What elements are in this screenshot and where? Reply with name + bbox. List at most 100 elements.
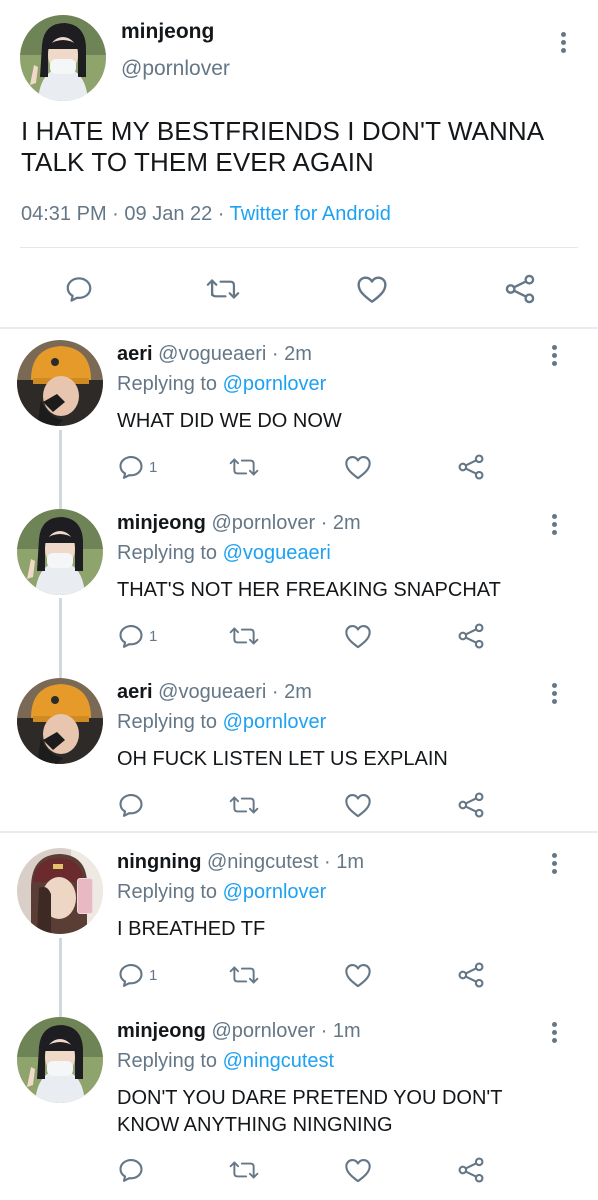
replying-to-link[interactable]: @vogueaeri <box>223 542 331 564</box>
replying-to-link[interactable]: @pornlover <box>223 373 327 395</box>
author-handle[interactable]: @pornlover <box>211 1020 315 1042</box>
author-name[interactable]: minjeong <box>117 1020 206 1042</box>
retweet-button[interactable] <box>229 1156 259 1184</box>
retweet-icon <box>206 279 240 299</box>
avatar[interactable] <box>17 1017 103 1103</box>
author-name[interactable]: ningning <box>117 851 201 873</box>
dot-separator: · <box>318 851 337 873</box>
author-handle[interactable]: @vogueaeri <box>158 343 266 365</box>
divider <box>20 247 578 248</box>
reply-tweet[interactable]: minjeong @pornlover · 2m Replying to @vo… <box>0 509 598 672</box>
author-handle[interactable]: @ningcutest <box>207 851 318 873</box>
retweet-icon <box>229 627 259 645</box>
replying-to: Replying to @ningcutest <box>117 1050 334 1073</box>
more-options-icon[interactable] <box>549 345 559 369</box>
heart-icon <box>345 964 371 988</box>
retweet-button[interactable] <box>206 274 240 304</box>
share-icon <box>458 1157 484 1183</box>
reply-button[interactable]: 1 <box>117 622 157 650</box>
replying-to-link[interactable]: @pornlover <box>223 711 327 733</box>
avatar[interactable] <box>17 848 103 934</box>
reply-actions <box>117 1154 587 1188</box>
replying-to-link[interactable]: @ningcutest <box>223 1050 334 1072</box>
reply-tweet[interactable]: aeri @vogueaeri · 2m Replying to @pornlo… <box>0 340 598 503</box>
reply-button[interactable] <box>64 274 94 304</box>
share-icon <box>458 962 484 988</box>
like-button[interactable] <box>344 961 372 989</box>
avatar[interactable] <box>17 509 103 595</box>
replying-to: Replying to @pornlover <box>117 881 326 904</box>
like-button[interactable] <box>344 622 372 650</box>
share-button[interactable] <box>504 273 536 305</box>
tweet-age: 2m <box>332 512 361 534</box>
tweet-age: 1m <box>336 851 365 873</box>
like-button[interactable] <box>344 791 372 819</box>
dot-separator: · <box>266 681 285 703</box>
reply-actions <box>117 789 587 823</box>
like-button[interactable] <box>344 453 372 481</box>
avatar[interactable] <box>17 340 103 426</box>
heart-icon <box>345 456 371 480</box>
reply-button[interactable] <box>117 1156 145 1184</box>
retweet-button[interactable] <box>229 961 259 989</box>
share-button[interactable] <box>457 1156 485 1184</box>
retweet-button[interactable] <box>229 791 259 819</box>
reply-icon <box>119 456 143 479</box>
share-button[interactable] <box>457 791 485 819</box>
author-name[interactable]: minjeong <box>117 512 206 534</box>
share-icon <box>505 274 535 304</box>
share-button[interactable] <box>457 961 485 989</box>
retweet-icon <box>229 796 259 814</box>
author-handle[interactable]: @vogueaeri <box>158 681 266 703</box>
dot-separator: · <box>266 343 285 365</box>
more-options-icon[interactable] <box>558 32 568 56</box>
more-options-icon[interactable] <box>549 514 559 538</box>
tweet-text: I HATE MY BESTFRIENDS I DON'T WANNA TALK… <box>21 116 543 177</box>
retweet-icon <box>229 458 259 476</box>
avatar-minjeong-image <box>20 15 106 101</box>
reply-tweet[interactable]: aeri @vogueaeri · 2m Replying to @pornlo… <box>0 678 598 831</box>
tweet-source-link[interactable]: Twitter for Android <box>230 203 391 225</box>
like-button[interactable] <box>344 1156 372 1184</box>
retweet-button[interactable] <box>229 453 259 481</box>
replying-to-link[interactable]: @pornlover <box>223 881 327 903</box>
heart-icon <box>345 625 371 649</box>
reply-tweet[interactable]: minjeong @pornlover · 1m Replying to @ni… <box>0 1017 598 1200</box>
reply-text: THAT'S NOT HER FREAKING SNAPCHAT <box>117 579 501 601</box>
reply-button[interactable]: 1 <box>117 961 157 989</box>
reply-actions: 1 <box>117 620 587 654</box>
author-name[interactable]: aeri <box>117 343 153 365</box>
reply-header: ningning @ningcutest · 1m <box>117 851 364 874</box>
reply-icon <box>119 964 143 987</box>
avatar[interactable] <box>20 15 106 101</box>
divider <box>0 831 598 833</box>
retweet-button[interactable] <box>229 622 259 650</box>
reply-button[interactable] <box>117 791 145 819</box>
reply-count: 1 <box>149 458 158 476</box>
reply-count: 1 <box>149 966 158 984</box>
replying-label: Replying to <box>117 711 223 733</box>
reply-icon <box>119 794 143 817</box>
reply-button[interactable]: 1 <box>117 453 157 481</box>
share-button[interactable] <box>457 453 485 481</box>
meta-separator: · <box>212 203 230 225</box>
share-icon <box>458 454 484 480</box>
share-button[interactable] <box>457 622 485 650</box>
reply-actions: 1 <box>117 451 587 485</box>
author-handle[interactable]: @pornlover <box>211 512 315 534</box>
more-options-icon[interactable] <box>549 853 559 877</box>
reply-header: minjeong @pornlover · 1m <box>117 1020 361 1043</box>
retweet-icon <box>229 966 259 984</box>
replying-to: Replying to @pornlover <box>117 373 326 396</box>
reply-actions: 1 <box>117 959 587 993</box>
more-options-icon[interactable] <box>549 683 559 707</box>
author-name[interactable]: minjeong <box>121 20 214 44</box>
more-options-icon[interactable] <box>549 1022 559 1046</box>
reply-tweet[interactable]: ningning @ningcutest · 1m Replying to @p… <box>0 848 598 1011</box>
replying-label: Replying to <box>117 1050 223 1072</box>
author-handle[interactable]: @pornlover <box>121 57 230 81</box>
author-name[interactable]: aeri <box>117 681 153 703</box>
like-button[interactable] <box>356 274 388 304</box>
avatar[interactable] <box>17 678 103 764</box>
reply-text: WHAT DID WE DO NOW <box>117 410 342 432</box>
